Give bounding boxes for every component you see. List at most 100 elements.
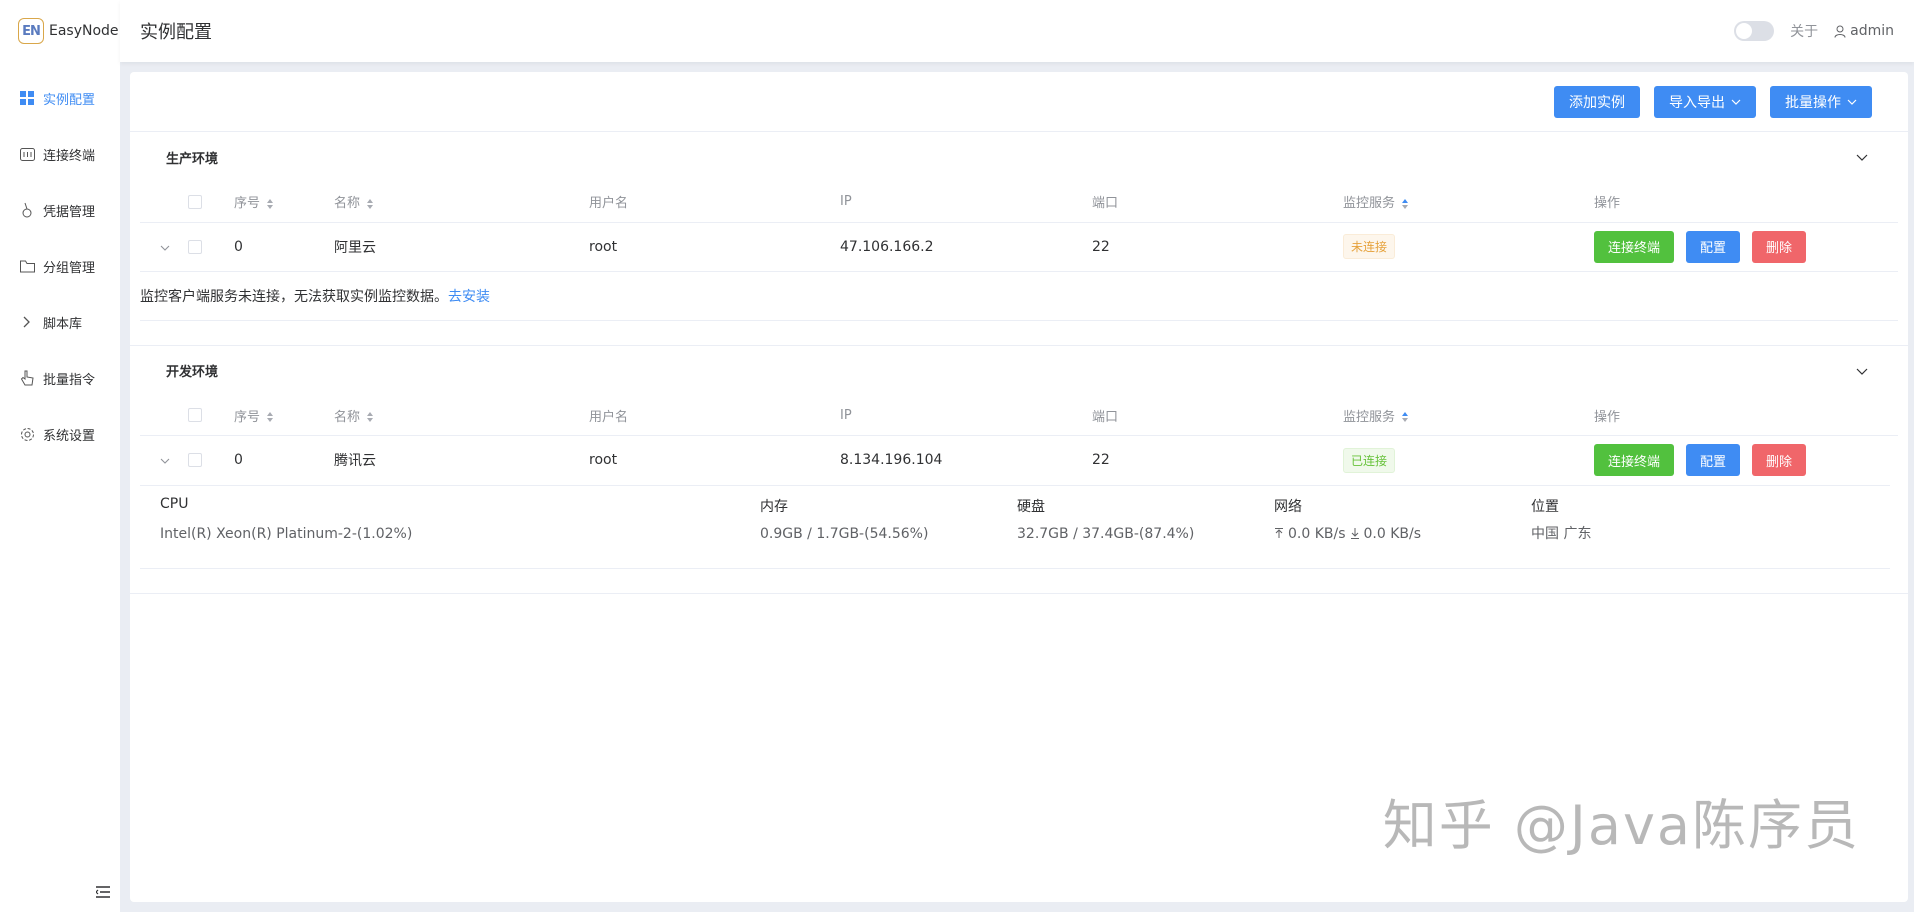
user-menu[interactable]: admin xyxy=(1834,23,1894,39)
sidebar-item-batch-command[interactable]: 批量指令 xyxy=(0,350,120,406)
group-header[interactable]: 开发环境 xyxy=(130,346,1908,396)
disk-label: 硬盘 xyxy=(1017,498,1045,515)
network-down: 0.0 KB/s xyxy=(1363,525,1422,542)
cell-actions: 连接终端 配置 删除 xyxy=(1594,435,1898,485)
about-link[interactable]: 关于 xyxy=(1790,21,1818,41)
connect-terminal-button[interactable]: 连接终端 xyxy=(1594,230,1675,263)
chevron-down-icon[interactable] xyxy=(160,245,170,251)
monitor-detail: CPU Intel(R) Xeon(R) Platinum-2-(1.02%) … xyxy=(140,484,1890,569)
connect-terminal-button[interactable]: 连接终端 xyxy=(1594,444,1675,477)
user-icon xyxy=(1834,25,1846,38)
sort-icon[interactable] xyxy=(366,411,374,423)
row-checkbox[interactable] xyxy=(188,239,202,254)
col-name-label: 名称 xyxy=(334,196,361,212)
collapse-menu-icon[interactable] xyxy=(96,886,110,898)
delete-button[interactable]: 删除 xyxy=(1752,230,1807,263)
disk-value: 32.7GB / 37.4GB-(87.4%) xyxy=(1017,525,1195,542)
table-header-row: 序号 名称 用户名 IP 端口 监控服务 操作 xyxy=(140,182,1898,222)
sidebar-item-scripts[interactable]: 脚本库 xyxy=(0,294,120,350)
sidebar-item-label: 分组管理 xyxy=(43,260,96,276)
sort-icon[interactable] xyxy=(1401,198,1409,210)
network-up: 0.0 KB/s xyxy=(1288,525,1346,542)
sort-icon[interactable] xyxy=(266,411,274,423)
memory-info: 内存 0.9GB / 1.7GB-(54.56%) xyxy=(760,496,1017,548)
cpu-info: CPU Intel(R) Xeon(R) Platinum-2-(1.02%) xyxy=(160,496,760,548)
network-info: 网络 0.0 KB/s 0.0 KB/s xyxy=(1274,496,1531,548)
app-name: EasyNode xyxy=(49,23,119,39)
cell-username: root xyxy=(589,221,840,271)
sidebar-item-label: 批量指令 xyxy=(43,372,96,388)
chevron-down-icon[interactable] xyxy=(1856,151,1868,163)
location-info: 位置 中国 广东 xyxy=(1531,496,1788,548)
cell-status: 已连接 xyxy=(1343,435,1594,485)
grid-icon xyxy=(19,90,35,106)
download-icon xyxy=(1350,528,1359,539)
sort-icon[interactable] xyxy=(266,198,274,210)
row-checkbox[interactable] xyxy=(188,453,202,468)
logo[interactable]: EN EasyNode xyxy=(0,0,120,62)
expand-col-header xyxy=(140,182,188,222)
sidebar-item-settings[interactable]: 系统设置 xyxy=(0,406,120,462)
cell-ip: 8.134.196.104 xyxy=(840,435,1092,485)
chevron-down-icon[interactable] xyxy=(1856,365,1868,377)
select-all-checkbox[interactable] xyxy=(188,194,202,209)
watermark: 知乎 @Java陈序员 xyxy=(1382,794,1860,857)
group-header[interactable]: 生产环境 xyxy=(130,132,1908,182)
col-monitor[interactable]: 监控服务 xyxy=(1343,182,1594,222)
cell-index: 0 xyxy=(234,435,334,485)
chevron-down-icon[interactable] xyxy=(160,458,170,465)
cpu-label: CPU xyxy=(160,495,189,512)
sidebar-item-terminal[interactable]: 连接终端 xyxy=(0,126,120,182)
sort-icon[interactable] xyxy=(1401,411,1409,423)
theme-toggle[interactable] xyxy=(1734,21,1775,41)
location-label: 位置 xyxy=(1531,498,1559,515)
col-monitor[interactable]: 监控服务 xyxy=(1343,396,1594,436)
col-index[interactable]: 序号 xyxy=(234,182,334,222)
sidebar-item-instances[interactable]: 实例配置 xyxy=(0,70,120,126)
network-value: 0.0 KB/s 0.0 KB/s xyxy=(1274,520,1531,548)
col-ip: IP xyxy=(840,407,852,423)
table-header-row: 序号 名称 用户名 IP 端口 监控服务 操作 xyxy=(140,396,1898,436)
instance-table: 序号 名称 用户名 IP 端口 监控服务 操作 0 腾讯云 root 8.134… xyxy=(140,396,1898,485)
select-all-checkbox[interactable] xyxy=(188,408,202,423)
group-development: 开发环境 序号 名称 用户名 IP 端口 监控服务 操作 0 腾讯云 root xyxy=(130,346,1908,594)
expand-cell[interactable] xyxy=(140,435,188,485)
chevron-down-icon xyxy=(1847,99,1857,105)
select-all-cell xyxy=(188,396,234,436)
sidebar-item-label: 连接终端 xyxy=(43,148,96,164)
sidebar-item-groups[interactable]: 分组管理 xyxy=(0,238,120,294)
cell-port: 22 xyxy=(1092,435,1343,485)
config-button[interactable]: 配置 xyxy=(1686,444,1741,477)
notice-text: 监控客户端服务未连接，无法获取实例监控数据。 xyxy=(140,288,448,305)
col-username: 用户名 xyxy=(589,196,629,212)
delete-button[interactable]: 删除 xyxy=(1752,444,1807,477)
group-production: 生产环境 序号 名称 用户名 IP 端口 监控服务 操作 0 阿里云 root xyxy=(130,132,1908,346)
cell-index: 0 xyxy=(234,221,334,271)
header-right: 关于 admin xyxy=(1734,21,1894,41)
col-index-label: 序号 xyxy=(234,409,261,425)
col-name[interactable]: 名称 xyxy=(334,396,589,436)
sort-icon[interactable] xyxy=(366,198,374,210)
cell-name: 阿里云 xyxy=(334,221,589,271)
monitor-notice-row: 监控客户端服务未连接，无法获取实例监控数据。去安装 xyxy=(140,270,1898,321)
sidebar-item-credentials[interactable]: 凭据管理 xyxy=(0,182,120,238)
network-label: 网络 xyxy=(1274,498,1302,515)
cell-actions: 连接终端 配置 删除 xyxy=(1594,221,1898,271)
col-actions: 操作 xyxy=(1594,409,1621,425)
upload-icon xyxy=(1275,528,1283,538)
expand-cell[interactable] xyxy=(140,221,188,271)
batch-operations-button[interactable]: 批量操作 xyxy=(1770,85,1872,118)
col-index[interactable]: 序号 xyxy=(234,396,334,436)
pointer-icon xyxy=(19,370,35,386)
col-name[interactable]: 名称 xyxy=(334,182,589,222)
col-port: 端口 xyxy=(1092,409,1119,425)
sidebar: EN EasyNode 实例配置 连接终端 凭据管理 分组管理 脚本库 批量指令… xyxy=(0,0,120,912)
col-monitor-label: 监控服务 xyxy=(1343,409,1396,425)
toolbar: 添加实例 导入导出 批量操作 xyxy=(130,72,1908,132)
add-instance-button[interactable]: 添加实例 xyxy=(1554,85,1640,118)
config-button[interactable]: 配置 xyxy=(1686,230,1741,263)
logo-badge: EN xyxy=(18,18,44,44)
install-link[interactable]: 去安装 xyxy=(448,289,490,305)
import-export-button[interactable]: 导入导出 xyxy=(1654,85,1756,118)
cell-ip: 47.106.166.2 xyxy=(840,221,1092,271)
